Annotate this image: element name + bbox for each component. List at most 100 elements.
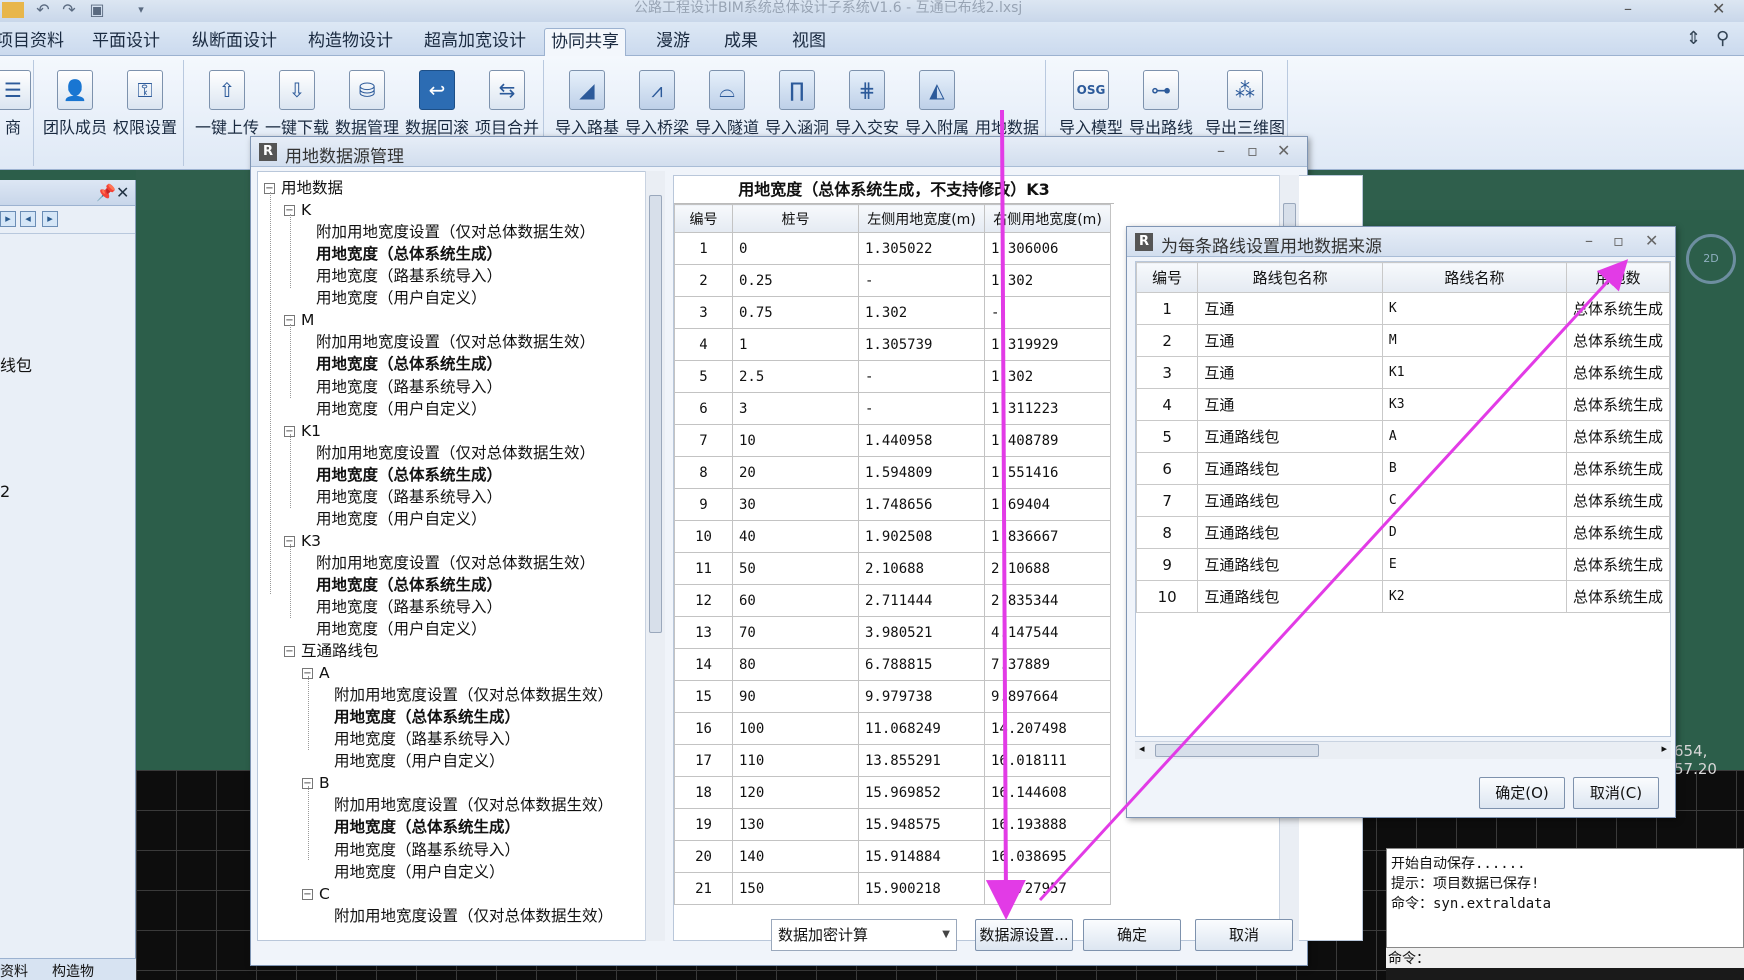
minimize-icon[interactable]: –	[1585, 231, 1593, 250]
route-ok-button[interactable]: 确定(O)	[1479, 777, 1565, 809]
table-row[interactable]: 9 互通路线包 E 总体系统生成	[1136, 548, 1670, 581]
tree-node[interactable]: − K	[284, 200, 311, 220]
tab-roaming[interactable]: 漫游	[650, 28, 696, 56]
ribbon-toggle-icon[interactable]: ⇕	[1686, 28, 1701, 49]
export-3d-button[interactable]: ⁂ 导出三维图	[1202, 70, 1288, 138]
table-row[interactable]: 3 互通 K1 总体系统生成	[1136, 356, 1670, 389]
route-table-header[interactable]: 用地数	[1565, 262, 1670, 293]
redo-icon[interactable]: ↷	[56, 0, 82, 20]
save-icon[interactable]: ▣	[84, 0, 110, 20]
tree-node[interactable]: 用地宽度（总体系统生成）	[316, 465, 502, 485]
table-row[interactable]: 1 0 1.305022 1.306006	[674, 232, 1111, 265]
tab-view[interactable]: 视图	[786, 28, 832, 56]
tree-node[interactable]: 附加用地宽度设置（仅对总体数据生效）	[334, 685, 613, 705]
data-rollback-button[interactable]: ↩ 数据回滚	[402, 70, 472, 138]
tree-scrollbar[interactable]	[645, 171, 665, 941]
tree-node[interactable]: 用地宽度（用户自定义）	[316, 509, 487, 529]
table-row[interactable]: 6 3-1.311223	[674, 392, 1111, 425]
import-traffic-safety-button[interactable]: ⋕ 导入交安	[832, 70, 902, 138]
tree-node[interactable]: 用地宽度（总体系统生成）	[334, 817, 520, 837]
import-culvert-button[interactable]: ∏ 导入涵洞	[762, 70, 832, 138]
table-row[interactable]: 17 110 13.855291 16.018111	[674, 744, 1111, 777]
ok-button[interactable]: 确定	[1083, 919, 1181, 951]
tree-node[interactable]: 用地宽度（路基系统导入）	[316, 377, 502, 397]
tree-node[interactable]: 用地宽度（路基系统导入）	[316, 597, 502, 617]
route-table-header[interactable]: 路线包名称	[1197, 262, 1383, 293]
tree-node[interactable]: − B	[302, 773, 330, 793]
tab-plane-design[interactable]: 平面设计	[86, 28, 166, 56]
bottom-tab-data[interactable]: 资料	[0, 961, 28, 980]
cancel-button[interactable]: 取消	[1195, 919, 1293, 951]
navigation-cube-icon[interactable]: 2D	[1686, 234, 1736, 284]
tree-node[interactable]: 用地宽度（用户自定义）	[316, 288, 487, 308]
project-merge-button[interactable]: ⇆ 项目合并	[472, 70, 542, 138]
team-members-button[interactable]: 👤 团队成员	[40, 70, 110, 138]
data-source-settings-button[interactable]: 数据源设置...	[975, 919, 1073, 951]
width-table-header[interactable]: 桩号	[732, 204, 859, 233]
tree-node[interactable]: 附加用地宽度设置（仅对总体数据生效）	[334, 795, 613, 815]
table-row[interactable]: 14 80 6.788815 7.37889	[674, 648, 1111, 681]
tree-node[interactable]: − A	[302, 663, 330, 683]
table-row[interactable]: 5 2.5-1.302	[674, 360, 1111, 393]
minimize-button[interactable]: –	[1624, 0, 1632, 18]
close-icon[interactable]: ✕	[1645, 231, 1658, 250]
route-source-table[interactable]: 编号 路线包名称 路线名称 用地数 1 互通 K 总体系统生成 2 互通 M 总体系统生成 3 互通 K1…	[1135, 261, 1671, 737]
table-row[interactable]: 10 互通路线包 K2 总体系统生成	[1136, 580, 1670, 613]
route-table-h-scrollbar[interactable]: ◂ ▸	[1135, 741, 1671, 759]
tab-structure-design[interactable]: 构造物设计	[302, 28, 399, 56]
tree-node[interactable]: − M	[284, 310, 314, 330]
pin-icon[interactable]: ⚲	[1716, 28, 1729, 49]
expand-icon[interactable]: ▸	[0, 211, 16, 227]
back-icon[interactable]: ◂	[20, 211, 36, 227]
one-click-download-button[interactable]: ⇩ 一键下载	[262, 70, 332, 138]
tree-node[interactable]: 附加用地宽度设置（仅对总体数据生效）	[316, 222, 595, 242]
encryption-mode-select[interactable]: 数据加密计算 ▼	[771, 919, 957, 951]
tree-node[interactable]: − 互通路线包	[284, 641, 379, 661]
tree-node[interactable]: 用地宽度（总体系统生成）	[316, 244, 502, 264]
table-row[interactable]: 16 100 11.068249 14.207498	[674, 712, 1111, 745]
table-row[interactable]: 7 10 1.440958 1.408789	[674, 424, 1111, 457]
one-click-upload-button[interactable]: ⇧ 一键上传	[192, 70, 262, 138]
import-tunnel-button[interactable]: ⌓ 导入隧道	[692, 70, 762, 138]
tree-node[interactable]: 用地宽度（路基系统导入）	[316, 266, 502, 286]
table-row[interactable]: 3 0.75 1.302-	[674, 296, 1111, 329]
width-table-header[interactable]: 左侧用地宽度(m)	[858, 204, 985, 233]
land-data-tree[interactable]: − 用地数据 − K 附加用地宽度设置（仅对总体数据生效） 用地宽度（总体系统生成） 用地宽…	[257, 171, 655, 941]
route-table-header[interactable]: 路线名称	[1381, 262, 1567, 293]
collapse-toggle-icon[interactable]: −	[302, 888, 313, 900]
table-row[interactable]: 11 50 2.10688 2.10688	[674, 552, 1111, 585]
width-table-header[interactable]: 编号	[674, 204, 733, 233]
tree-node[interactable]: 用地宽度（路基系统导入）	[334, 729, 520, 749]
table-row[interactable]: 6 互通路线包 B 总体系统生成	[1136, 452, 1670, 485]
table-row[interactable]: 8 互通路线包 D 总体系统生成	[1136, 516, 1670, 549]
table-row[interactable]: 21 150 15.900218 15.727957	[674, 872, 1111, 905]
tab-collaboration[interactable]: 协同共享	[544, 28, 626, 56]
maximize-icon[interactable]: ▫	[1247, 141, 1258, 160]
table-row[interactable]: 12 60 2.711444 2.835344	[674, 584, 1111, 617]
tab-project-data[interactable]: 项目资料	[0, 28, 70, 56]
minimize-icon[interactable]: –	[1217, 141, 1225, 160]
tree-node[interactable]: 用地宽度（路基系统导入）	[316, 487, 502, 507]
table-row[interactable]: 9 30 1.748656 1.69404	[674, 488, 1111, 521]
tree-node[interactable]: 附加用地宽度设置（仅对总体数据生效）	[334, 906, 613, 926]
table-row[interactable]: 10 40 1.902508 1.836667	[674, 520, 1111, 553]
table-row[interactable]: 7 互通路线包 C 总体系统生成	[1136, 484, 1670, 517]
table-row[interactable]: 8 20 1.594809 1.551416	[674, 456, 1111, 489]
pin-panel-icon[interactable]: 📌	[96, 183, 116, 202]
scroll-right-icon[interactable]: ▸	[1661, 742, 1667, 755]
tree-node[interactable]: 用地宽度（总体系统生成）	[334, 707, 520, 727]
table-row[interactable]: 20 140 15.914884 16.038695	[674, 840, 1111, 873]
import-model-button[interactable]: OSG 导入模型	[1056, 70, 1126, 138]
land-data-button[interactable]: 用地数据	[972, 70, 1042, 138]
tree-node[interactable]: 用地宽度（总体系统生成）	[316, 354, 502, 374]
forward-icon[interactable]: ▸	[42, 211, 58, 227]
command-input[interactable]: 命令：	[1386, 948, 1744, 968]
tree-node[interactable]: 用地宽度（用户自定义）	[334, 751, 505, 771]
close-button[interactable]: ✕	[1712, 0, 1725, 18]
table-row[interactable]: 1 互通 K 总体系统生成	[1136, 292, 1670, 325]
route-cancel-button[interactable]: 取消(C)	[1573, 777, 1659, 809]
table-row[interactable]: 15 90 9.979738 9.897664	[674, 680, 1111, 713]
tree-node[interactable]: 用地宽度（用户自定义）	[316, 399, 487, 419]
tab-results[interactable]: 成果	[718, 28, 764, 56]
route-table-h-scrollbar-thumb[interactable]	[1155, 744, 1319, 757]
